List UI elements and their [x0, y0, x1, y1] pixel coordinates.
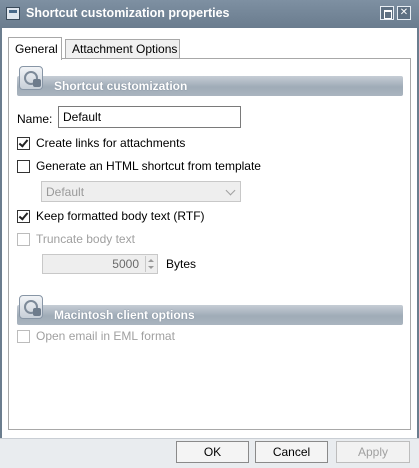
settings-icon — [19, 295, 43, 319]
section-header-shortcut: Shortcut customization — [17, 66, 403, 96]
template-dropdown[interactable]: Default — [41, 181, 241, 202]
tab-attachment-options[interactable]: Attachment Options — [65, 39, 180, 59]
chevron-down-icon — [225, 185, 236, 196]
section-title: Macintosh client options — [54, 308, 195, 322]
name-label: Name: — [17, 112, 53, 126]
apply-button[interactable]: Apply — [336, 441, 410, 463]
general-tab-page: Shortcut customization Name: Default Cre… — [8, 58, 411, 430]
title-bar[interactable]: Shortcut customization properties ✕ — [0, 0, 419, 28]
bytes-value: 5000 — [112, 257, 139, 271]
keep-rtf-checkbox[interactable] — [17, 210, 30, 223]
section-header-mac: Macintosh client options — [17, 295, 403, 325]
spin-down-icon[interactable] — [148, 266, 154, 269]
maximize-button[interactable] — [380, 6, 394, 20]
ok-button[interactable]: OK — [176, 441, 249, 463]
spin-up-icon[interactable] — [148, 259, 154, 262]
settings-icon — [19, 66, 43, 90]
checkmark-icon — [18, 137, 29, 148]
open-eml-label: Open email in EML format — [36, 329, 175, 343]
generate-html-label: Generate an HTML shortcut from template — [36, 159, 261, 173]
name-input[interactable]: Default — [58, 106, 241, 128]
template-dropdown-value: Default — [46, 185, 85, 199]
tab-general[interactable]: General — [8, 37, 62, 60]
window-title: Shortcut customization properties — [26, 6, 230, 20]
create-links-label: Create links for attachments — [36, 136, 186, 150]
window-icon — [6, 7, 20, 20]
truncate-label: Truncate body text — [36, 232, 135, 246]
generate-html-checkbox[interactable] — [17, 160, 30, 173]
truncate-checkbox[interactable] — [17, 233, 30, 246]
open-eml-checkbox[interactable] — [17, 330, 30, 343]
create-links-checkbox[interactable] — [17, 137, 30, 150]
section-title: Shortcut customization — [54, 79, 188, 93]
keep-rtf-label: Keep formatted body text (RTF) — [36, 209, 205, 223]
properties-dialog: Shortcut customization properties ✕ Gene… — [0, 0, 419, 468]
dialog-body: General Attachment Options Shortcut cust… — [2, 28, 417, 438]
checkmark-icon — [18, 210, 29, 221]
bytes-stepper[interactable]: 5000 — [42, 254, 158, 274]
spin-buttons[interactable] — [145, 256, 156, 272]
cancel-button[interactable]: Cancel — [255, 441, 328, 463]
close-button[interactable]: ✕ — [397, 6, 411, 20]
bytes-unit-label: Bytes — [166, 257, 197, 271]
